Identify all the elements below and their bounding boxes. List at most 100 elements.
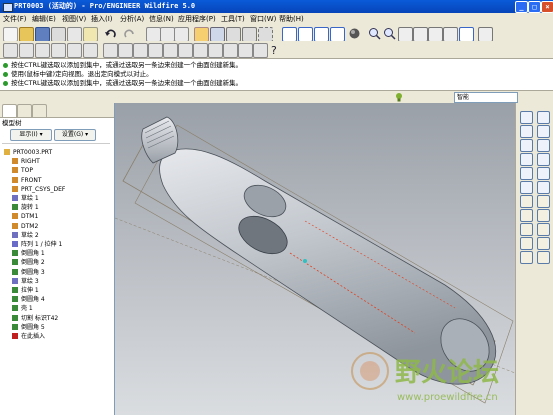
shaded-icon[interactable] bbox=[67, 43, 82, 58]
settings-dropdown[interactable]: 设置(G) ▾ bbox=[54, 129, 96, 141]
menu-window[interactable]: 窗口(W) bbox=[250, 13, 276, 25]
datum-point-display-icon[interactable] bbox=[314, 27, 329, 42]
sketch-tool-icon[interactable] bbox=[520, 139, 533, 152]
mirror-tool-icon[interactable] bbox=[520, 237, 533, 250]
plane-tool-icon[interactable] bbox=[148, 43, 163, 58]
print-icon[interactable] bbox=[51, 27, 66, 42]
minimize-button[interactable]: _ bbox=[515, 1, 528, 13]
analysis-icon[interactable] bbox=[520, 153, 533, 166]
tree-item[interactable]: 倒圆角 1 bbox=[12, 250, 45, 258]
tree-item[interactable]: PRT_CSYS_DEF bbox=[12, 185, 65, 194]
reorient-icon[interactable] bbox=[413, 27, 428, 42]
measure-icon[interactable] bbox=[238, 43, 253, 58]
redo-icon[interactable] bbox=[122, 27, 136, 40]
curve-tool-icon[interactable] bbox=[178, 43, 193, 58]
spin-center-icon[interactable] bbox=[478, 27, 493, 42]
zoom-in-icon[interactable] bbox=[368, 27, 381, 40]
tree-item[interactable]: RIGHT bbox=[12, 158, 40, 166]
merge-tool-icon[interactable] bbox=[537, 237, 550, 250]
copy-icon[interactable] bbox=[83, 27, 98, 42]
hidden-line-icon[interactable] bbox=[35, 43, 50, 58]
parameters-icon[interactable] bbox=[223, 43, 238, 58]
tree-item[interactable]: FRONT bbox=[12, 176, 42, 185]
chamfer-tool-icon[interactable] bbox=[537, 223, 550, 236]
tree-item[interactable]: DTM1 bbox=[12, 213, 38, 221]
new-file-icon[interactable] bbox=[3, 27, 18, 42]
trim-tool-icon[interactable] bbox=[520, 251, 533, 264]
datum-axis-tool-icon[interactable] bbox=[537, 111, 550, 124]
display-dropdown[interactable]: 显示(I) ▾ bbox=[10, 129, 52, 141]
maximize-button[interactable]: □ bbox=[528, 1, 541, 13]
family-table-icon[interactable] bbox=[253, 43, 268, 58]
round-tool-icon[interactable] bbox=[520, 223, 533, 236]
menu-applications[interactable]: 应用程序(P) bbox=[178, 13, 216, 25]
tree-item[interactable]: 倒圆角 4 bbox=[12, 296, 45, 304]
tree-item[interactable]: 倒圆角 2 bbox=[12, 259, 45, 267]
menu-info[interactable]: 信息(N) bbox=[149, 13, 174, 25]
tree-item[interactable]: DTM2 bbox=[12, 222, 38, 231]
tree-item[interactable]: 在此插入 bbox=[12, 333, 45, 341]
tree-item[interactable]: 倒圆角 3 bbox=[12, 268, 45, 277]
paste-special-icon[interactable] bbox=[174, 27, 189, 42]
shading-icon[interactable] bbox=[348, 27, 361, 40]
selection-filter-dropdown[interactable]: 智能 bbox=[454, 92, 518, 103]
save-icon[interactable] bbox=[35, 27, 50, 42]
tree-item[interactable]: 切割 标识T42 bbox=[12, 314, 58, 323]
pattern-tool-icon[interactable] bbox=[537, 251, 550, 264]
menu-help[interactable]: 帮助(H) bbox=[279, 13, 304, 25]
shell-tool-icon[interactable] bbox=[537, 195, 550, 208]
cut-icon[interactable] bbox=[146, 27, 161, 42]
offset-icon[interactable] bbox=[537, 153, 550, 166]
tab-favorites[interactable] bbox=[32, 104, 47, 117]
axis-tool-icon[interactable] bbox=[133, 43, 148, 58]
repaint-icon[interactable] bbox=[242, 27, 257, 42]
regenerate-icon[interactable] bbox=[194, 27, 209, 42]
csys-display-icon[interactable] bbox=[330, 27, 345, 42]
datum-plane-tool-icon[interactable] bbox=[520, 111, 533, 124]
hole-tool-icon[interactable] bbox=[520, 195, 533, 208]
no-hidden-icon[interactable] bbox=[51, 43, 66, 58]
saved-views-icon[interactable] bbox=[428, 27, 443, 42]
menu-view[interactable]: 视图(V) bbox=[62, 13, 86, 25]
revolve-tool-icon[interactable] bbox=[537, 167, 550, 180]
datum-plane-display-icon[interactable] bbox=[282, 27, 297, 42]
find-icon[interactable] bbox=[210, 27, 225, 42]
tree-item[interactable]: 草绘 2 bbox=[12, 231, 39, 240]
wireframe-icon[interactable] bbox=[19, 43, 34, 58]
refit-icon[interactable] bbox=[398, 27, 413, 42]
blend-icon[interactable] bbox=[537, 181, 550, 194]
tree-item[interactable]: 旋转 1 bbox=[12, 204, 39, 212]
point-tool-icon[interactable] bbox=[118, 43, 133, 58]
curve-tool-icon[interactable] bbox=[520, 125, 533, 138]
extrude-tool-icon[interactable] bbox=[520, 167, 533, 180]
datum-point-tool-icon[interactable] bbox=[537, 125, 550, 138]
select-box-icon[interactable] bbox=[226, 27, 241, 42]
view-manager-icon[interactable] bbox=[3, 43, 18, 58]
context-help-icon[interactable]: ? bbox=[270, 43, 283, 56]
email-icon[interactable] bbox=[67, 27, 82, 42]
undo-icon[interactable] bbox=[104, 27, 118, 40]
menu-insert[interactable]: 插入(I) bbox=[91, 13, 113, 25]
tree-item[interactable]: 草绘 1 bbox=[12, 195, 39, 203]
tab-folder-browser[interactable] bbox=[17, 104, 32, 117]
tree-item[interactable]: 壳 1 bbox=[12, 305, 33, 313]
menu-file[interactable]: 文件(F) bbox=[3, 13, 27, 25]
graphics-window[interactable]: 野火论坛 www.proewildfire.cn bbox=[115, 103, 515, 415]
csys-tool-icon[interactable] bbox=[163, 43, 178, 58]
model-view[interactable]: 野火论坛 www.proewildfire.cn bbox=[115, 103, 515, 415]
select-mode-icon[interactable] bbox=[258, 27, 273, 42]
menu-edit[interactable]: 编辑(E) bbox=[32, 13, 56, 25]
layers-icon[interactable] bbox=[443, 27, 458, 42]
tree-item[interactable]: 草绘 3 bbox=[12, 277, 39, 286]
variable-sweep-icon[interactable] bbox=[520, 181, 533, 194]
model-tree-icon[interactable] bbox=[83, 43, 98, 58]
zoom-out-icon[interactable] bbox=[383, 27, 396, 40]
tree-item[interactable]: 倒圆角 5 bbox=[12, 323, 45, 332]
tree-item[interactable]: PRT0003.PRT bbox=[4, 149, 52, 157]
open-folder-icon[interactable] bbox=[19, 27, 34, 42]
menu-analysis[interactable]: 分析(A) bbox=[120, 13, 144, 25]
sketch-tool-icon[interactable] bbox=[103, 43, 118, 58]
csys-tool-icon[interactable] bbox=[537, 139, 550, 152]
paste-icon[interactable] bbox=[160, 27, 175, 42]
rib-tool-icon[interactable] bbox=[520, 209, 533, 222]
